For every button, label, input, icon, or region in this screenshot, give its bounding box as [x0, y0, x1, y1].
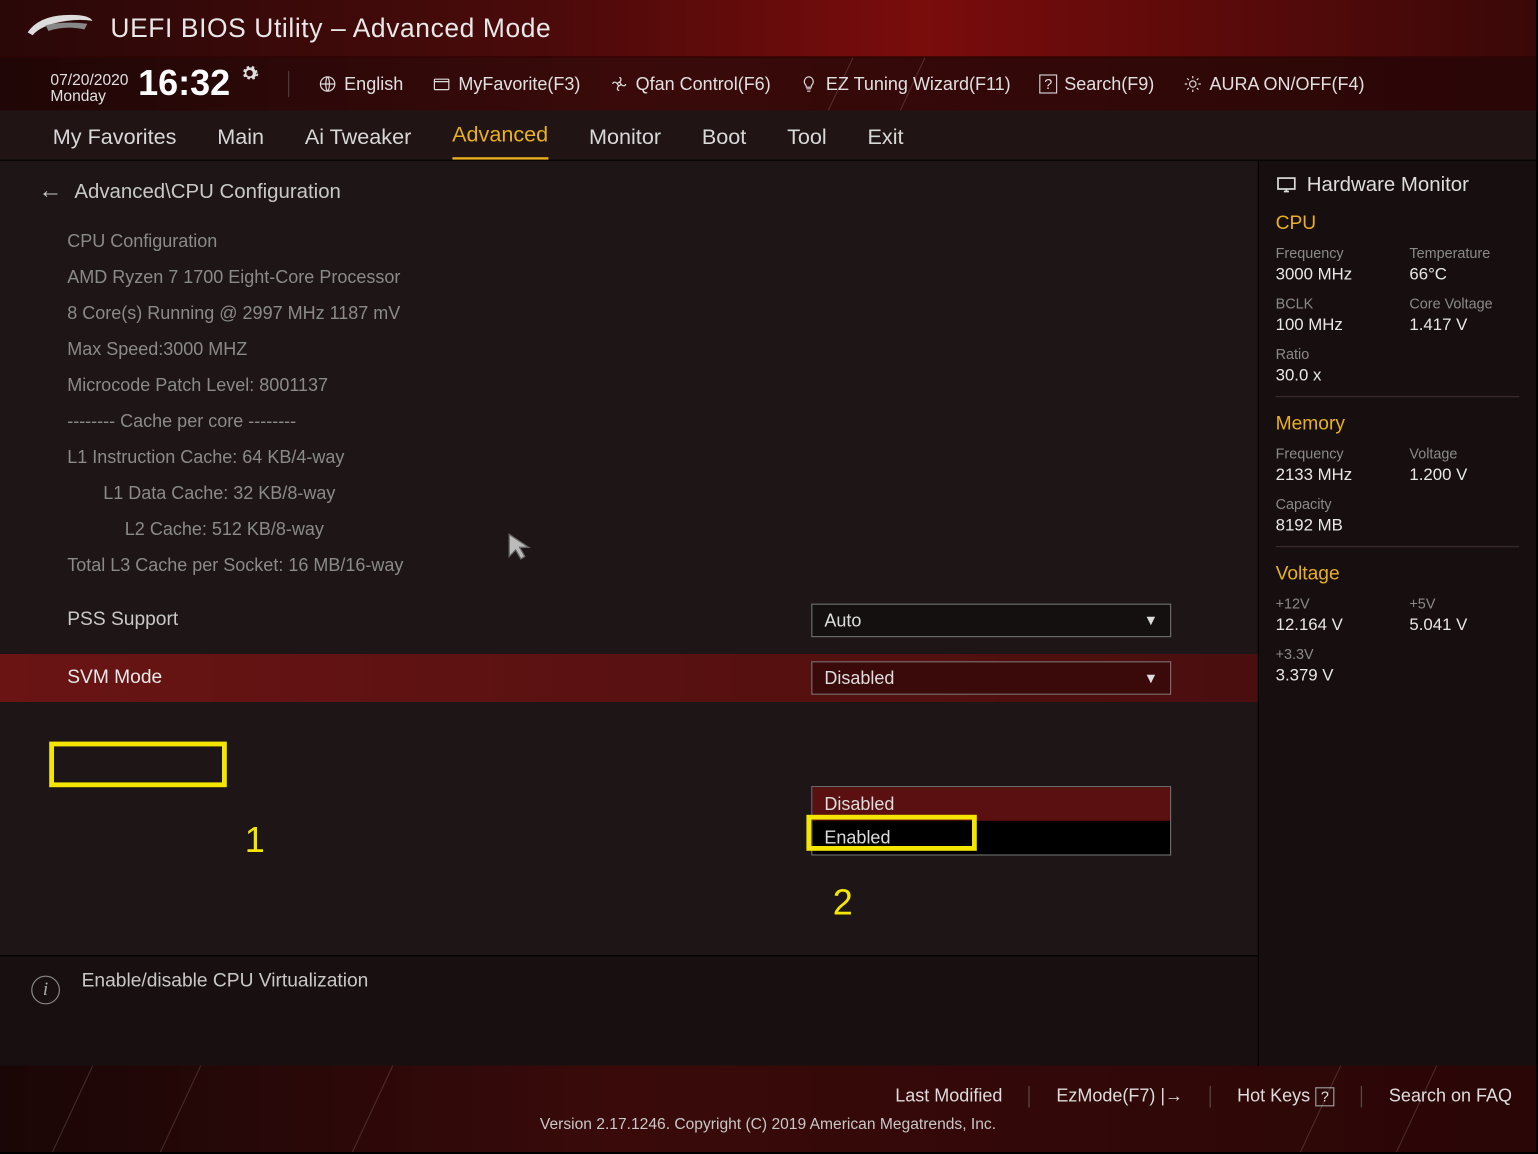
setting-pss-support[interactable]: PSS Support Auto▼	[0, 596, 1258, 644]
tab-boot[interactable]: Boot	[702, 125, 746, 160]
app-title: UEFI BIOS Utility – Advanced Mode	[110, 13, 551, 44]
svm-label: SVM Mode	[67, 667, 811, 689]
help-text: Enable/disable CPU Virtualization	[82, 971, 369, 993]
globe-icon	[318, 74, 337, 93]
aura-icon	[1183, 74, 1202, 93]
chevron-down-icon: ▼	[1144, 670, 1158, 687]
breadcrumb[interactable]: ← Advanced\CPU Configuration	[0, 161, 1258, 217]
rog-logo-icon	[24, 8, 96, 48]
pss-select[interactable]: Auto▼	[811, 604, 1171, 638]
switch-icon: |→	[1155, 1086, 1183, 1106]
info-icon: i	[31, 976, 60, 1005]
copyright-text: Version 2.17.1246. Copyright (C) 2019 Am…	[24, 1114, 1512, 1132]
section-voltage: Voltage	[1276, 564, 1520, 586]
gear-icon[interactable]	[240, 64, 259, 88]
bulb-icon	[800, 74, 819, 93]
svm-select[interactable]: Disabled▼	[811, 661, 1171, 695]
ezmode-button[interactable]: EzMode(F7) |→	[1056, 1086, 1183, 1106]
day-text: Monday	[50, 88, 128, 104]
cpu-info-block: CPU Configuration AMD Ryzen 7 1700 Eight…	[0, 217, 1258, 587]
datetime-display: 07/20/2020 Monday 16:32	[50, 64, 259, 105]
setting-svm-mode[interactable]: SVM Mode Disabled▼	[0, 654, 1258, 702]
eztuning-button[interactable]: EZ Tuning Wizard(F11)	[800, 74, 1011, 94]
date-text: 07/20/2020	[50, 72, 128, 88]
folder-icon	[432, 74, 451, 93]
back-arrow-icon[interactable]: ←	[38, 178, 62, 206]
search-button[interactable]: ? Search(F9)	[1039, 74, 1154, 94]
section-cpu: CPU	[1276, 214, 1520, 236]
chevron-down-icon: ▼	[1144, 612, 1158, 629]
last-modified-button[interactable]: Last Modified	[895, 1086, 1002, 1106]
tab-myfavorites[interactable]: My Favorites	[53, 125, 177, 160]
pss-label: PSS Support	[67, 610, 811, 632]
annotation-box-2	[806, 815, 976, 851]
breadcrumb-text: Advanced\CPU Configuration	[74, 179, 340, 203]
annotation-number-2: 2	[833, 883, 853, 924]
hw-monitor-title: Hardware Monitor	[1276, 173, 1520, 197]
annotation-box-1	[49, 742, 227, 788]
qfan-button[interactable]: Qfan Control(F6)	[609, 74, 770, 94]
search-faq-button[interactable]: Search on FAQ	[1389, 1086, 1512, 1106]
help-bar: i Enable/disable CPU Virtualization	[0, 955, 1258, 1065]
tab-advanced[interactable]: Advanced	[452, 122, 548, 159]
section-memory: Memory	[1276, 414, 1520, 436]
tab-aitweaker[interactable]: Ai Tweaker	[305, 125, 411, 160]
aura-button[interactable]: AURA ON/OFF(F4)	[1183, 74, 1364, 94]
myfavorite-button[interactable]: MyFavorite(F3)	[432, 74, 580, 94]
tab-exit[interactable]: Exit	[868, 125, 904, 160]
hardware-monitor-panel: Hardware Monitor CPU Frequency3000 MHz T…	[1258, 161, 1536, 1066]
tab-monitor[interactable]: Monitor	[589, 125, 661, 160]
footer-bar: Last Modified EzMode(F7) |→ Hot Keys? Se…	[0, 1066, 1536, 1152]
search-icon: ?	[1039, 74, 1057, 93]
fan-icon	[609, 74, 628, 93]
tab-main[interactable]: Main	[217, 125, 264, 160]
monitor-icon	[1276, 176, 1298, 193]
language-button[interactable]: English	[318, 74, 403, 94]
tab-tool[interactable]: Tool	[787, 125, 827, 160]
cursor-icon	[504, 530, 535, 567]
annotation-number-1: 1	[245, 821, 265, 862]
nav-tabs: My Favorites Main Ai Tweaker Advanced Mo…	[0, 110, 1536, 160]
hotkeys-button[interactable]: Hot Keys?	[1237, 1086, 1335, 1106]
time-text: 16:32	[138, 64, 230, 105]
